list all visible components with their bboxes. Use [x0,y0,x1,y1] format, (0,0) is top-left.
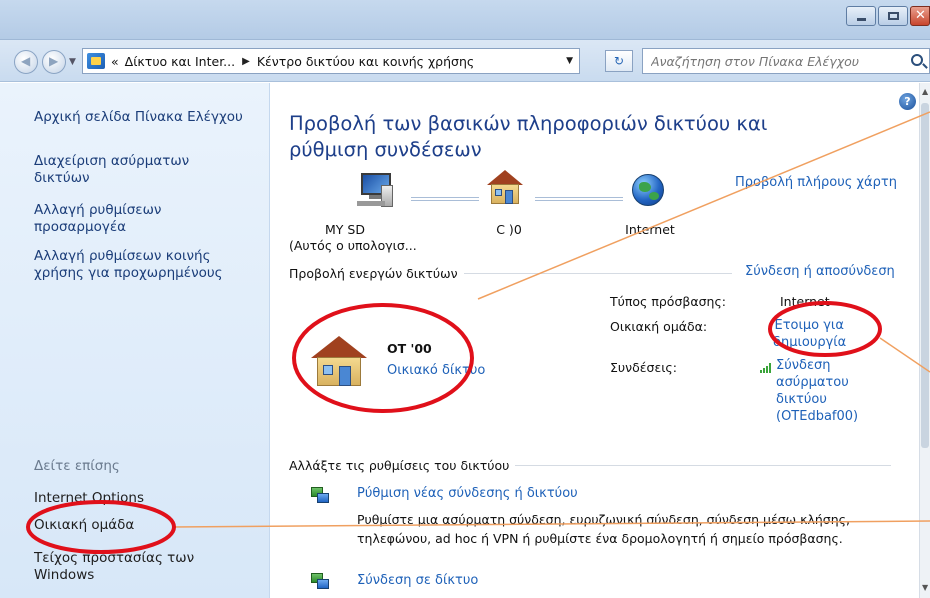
see-also-heading: Δείτε επίσης [34,458,120,474]
full-map-link[interactable]: Προβολή πλήρους χάρτη [735,175,897,190]
connect-disconnect-link[interactable]: Σύνδεση ή αποσύνδεση [745,264,895,279]
page-title: Προβολή των βασικών πληροφοριών δικτύου … [289,112,768,161]
network-name: OT '00 [387,341,432,356]
control-panel-icon [87,53,105,69]
setup-new-connection-link[interactable]: Ρύθμιση νέας σύνδεσης ή δικτύου [357,486,578,501]
home-network-icon [311,336,367,386]
breadcrumb-network-internet[interactable]: Δίκτυο και Inter... [125,54,235,69]
back-button[interactable]: ◀ [14,50,38,74]
scroll-thumb[interactable] [921,103,929,448]
vertical-scrollbar[interactable]: ▲ ▼ [919,83,930,598]
change-settings-heading-text: Αλλάξτε τις ρυθμίσεις του δικτύου [289,458,510,473]
computer-icon [357,173,393,207]
new-connection-icon [309,485,331,505]
setup-new-connection-description: Ρυθμίστε μια ασύρματη σύνδεση, ευρυζωνικ… [357,512,850,546]
connect-network-icon [309,571,331,591]
active-networks-heading-text: Προβολή ενεργών δικτύων [289,266,458,281]
sidebar-item-advanced-sharing[interactable]: Αλλαγή ρυθμίσεων κοινής χρήσης για προχω… [34,248,259,282]
map-label-network: C )0 [496,222,522,237]
computer-subtitle: (Αυτός ο υπολογισ... [289,238,417,253]
arrow-right-icon: ▶ [49,54,59,68]
breadcrumb-back-glyph[interactable]: « [111,54,119,69]
wireless-connection-link[interactable]: Σύνδεση ασύρματου δικτύου (OTEdbaf00) [776,357,871,425]
sidebar-item-adapter-settings[interactable]: Αλλαγή ρυθμίσεων προσαρμογέα [34,202,204,236]
arrow-left-icon: ◀ [21,54,31,68]
map-connector [411,197,479,201]
sidebar: Αρχική σελίδα Πίνακα Ελέγχου Διαχείριση … [0,83,270,598]
map-label-computer: MY SD (Αυτός ο υπολογισ... [289,222,489,254]
homegroup-label: Οικιακή ομάδα: [610,319,708,334]
breadcrumb-network-center[interactable]: Κέντρο δικτύου και κοινής χρήσης [257,54,474,69]
connect-to-network-link[interactable]: Σύνδεση σε δίκτυο [357,573,478,588]
window-controls: ✕ [844,6,930,26]
close-button[interactable]: ✕ [910,6,930,26]
divider [515,465,892,466]
search-box [642,48,930,74]
sidebar-item-homegroup[interactable]: Οικιακή ομάδα [34,517,259,534]
change-settings-heading: Αλλάξτε τις ρυθμίσεις του δικτύου [289,458,907,473]
breadcrumb[interactable]: « Δίκτυο και Inter... ▶ Κέντρο δικτύου κ… [82,48,580,74]
home-network-icon [487,170,523,204]
refresh-icon: ↻ [613,54,625,68]
refresh-button[interactable]: ↻ [605,50,633,72]
main-content: ? ▲ ▼ Προβολή των βασικών πληροφοριών δι… [271,83,930,598]
network-type-link[interactable]: Οικιακό δίκτυο [387,363,485,378]
minimize-button[interactable] [846,6,876,26]
sidebar-item-control-panel-home[interactable]: Αρχική σελίδα Πίνακα Ελέγχου [34,109,259,126]
divider [463,273,732,274]
globe-icon [632,174,664,206]
computer-name: MY SD [325,222,365,237]
access-type-value: Internet [780,294,830,309]
access-type-label: Τύπος πρόσβασης: [610,294,726,309]
map-connector [535,197,623,201]
search-icon[interactable] [911,54,923,66]
homegroup-link[interactable]: Έτοιμο για δημιουργία [773,317,863,351]
address-row: ◀ ▶ ▼ « Δίκτυο και Inter... ▶ Κέντρο δικ… [0,40,930,82]
wireless-signal-icon [760,363,774,373]
sidebar-item-internet-options[interactable]: Internet Options [34,490,259,507]
search-input[interactable] [651,53,886,69]
connections-label: Συνδέσεις: [610,360,677,375]
chevron-right-icon[interactable]: ▶ [242,56,250,67]
close-icon: ✕ [915,8,926,23]
minimize-icon [857,18,866,21]
help-icon[interactable]: ? [899,93,916,110]
recent-pages-dropdown[interactable]: ▼ [69,57,76,67]
scroll-up-icon[interactable]: ▲ [922,87,928,96]
sidebar-item-firewall[interactable]: Τείχος προστασίας των Windows [34,550,214,584]
maximize-button[interactable] [878,6,908,26]
sidebar-item-manage-wireless[interactable]: Διαχείριση ασύρματων δικτύων [34,153,219,187]
map-label-internet: Internet [625,222,675,237]
scroll-down-icon[interactable]: ▼ [922,583,928,592]
forward-button[interactable]: ▶ [42,50,66,74]
chevron-down-icon[interactable]: ▼ [566,56,573,66]
maximize-icon [888,12,899,20]
title-bar: ✕ [0,0,930,40]
